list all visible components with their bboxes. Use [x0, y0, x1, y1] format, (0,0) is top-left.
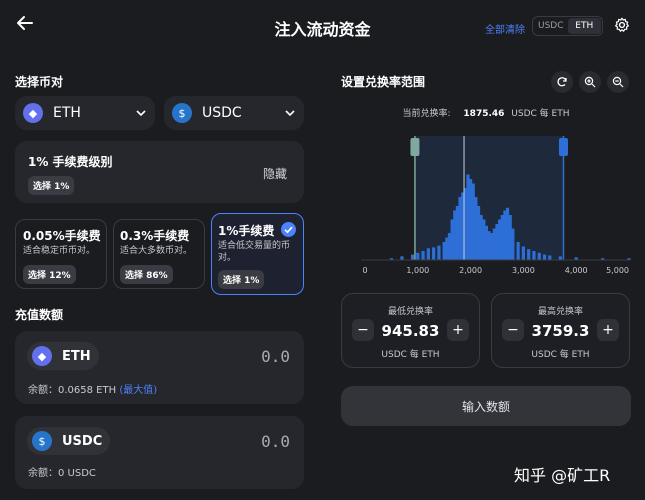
token-a-select[interactable]: ◆ ETH [15, 96, 155, 130]
min-increase-button[interactable]: + [447, 319, 469, 341]
x-tick-label: 2,000 [459, 266, 482, 275]
usdc-balance: 余额：0 USDC [28, 468, 96, 479]
liquidity-chart[interactable]: 0 1,000 2,000 3,000 4,000 5,000 [341, 130, 631, 280]
liquidity-bar [548, 255, 552, 260]
usdc-icon: $ [172, 103, 192, 123]
max-range-handle[interactable] [558, 138, 568, 156]
x-tick-label: 4,000 [565, 266, 588, 275]
liquidity-bar [532, 251, 536, 260]
fee-option-badge: 选择 12% [23, 265, 76, 284]
fee-option-badge: 选择 86% [120, 265, 173, 284]
x-tick-label: 1,000 [406, 266, 429, 275]
toggle-usdc[interactable]: USDC [534, 18, 568, 34]
range-section-title: 设置兑换率范围 [341, 75, 426, 89]
eth-balance: 余额：0.0658 ETH (最大值) [28, 381, 157, 396]
x-tick-label: 0 [362, 266, 367, 275]
fee-tier-badge: 选择 1% [28, 176, 75, 195]
eth-amount-input[interactable]: 0.0 [261, 347, 290, 366]
liquidity-bar [516, 242, 520, 260]
current-price-value: 1875.46 [463, 109, 505, 119]
min-range-handle[interactable] [410, 138, 420, 156]
liquidity-bar [558, 256, 562, 260]
fee-option-1[interactable]: 1%手续费 适合低交易量的币对。 选择 1% [211, 213, 304, 295]
liquidity-bar [416, 252, 420, 260]
fee-option-03[interactable]: 0.3%手续费 适合大多数币对。 选择 86% [113, 219, 205, 289]
liquidity-bar [421, 251, 425, 260]
min-price-label: 最低兑换率 [387, 307, 433, 317]
clear-all-link[interactable]: 全部清除 [485, 21, 525, 36]
usdc-token-pill: $ USDC [27, 427, 111, 455]
token-toggle[interactable]: USDC ETH [532, 16, 603, 36]
liquidity-bar [400, 256, 404, 260]
fee-option-desc: 适合大多数币对。 [120, 246, 193, 256]
token-b-label: USDC [202, 105, 242, 121]
hide-button[interactable]: 隐藏 [263, 165, 287, 182]
fee-option-desc: 适合稳定币币对。 [23, 246, 96, 256]
current-price: 当前兑换率: 1875.46 USDC 每 ETH [341, 106, 631, 119]
max-increase-button[interactable]: + [597, 319, 619, 341]
liquidity-bar [437, 245, 441, 260]
eth-token-label: ETH [62, 348, 91, 364]
zoom-in-icon[interactable] [579, 71, 601, 93]
watermark: 知乎 @矿工R [514, 466, 611, 485]
current-price-unit: USDC 每 ETH [511, 109, 570, 119]
eth-icon: ◆ [32, 346, 52, 366]
fee-option-desc: 适合低交易量的币对。 [218, 241, 291, 263]
fee-option-title: 1%手续费 [218, 224, 275, 238]
chevron-down-icon [136, 110, 146, 117]
liquidity-bar [527, 249, 531, 260]
pair-section-title: 选择币对 [15, 75, 64, 89]
liquidity-bar [521, 246, 525, 260]
max-price-unit: USDC 每 ETH [531, 350, 590, 360]
token-a-label: ETH [53, 105, 81, 121]
zoom-out-icon[interactable] [607, 71, 629, 93]
fee-option-title: 0.05%手续费 [23, 229, 101, 243]
liquidity-bar [511, 228, 515, 260]
eth-token-pill: ◆ ETH [27, 342, 99, 370]
usdc-deposit-card: $ USDC 0.0 余额：0 USDC [15, 416, 304, 489]
min-price-unit: USDC 每 ETH [381, 350, 440, 360]
eth-icon: ◆ [23, 103, 43, 123]
max-price-label: 最高兑换率 [537, 307, 583, 317]
x-tick-label: 3,000 [512, 266, 535, 275]
fee-option-005[interactable]: 0.05%手续费 适合稳定币币对。 选择 12% [15, 219, 107, 289]
usdc-icon: $ [32, 431, 52, 451]
fee-option-badge: 选择 1% [218, 270, 265, 289]
max-price-card: 最高兑换率 − 3759.3 + USDC 每 ETH [491, 293, 630, 368]
enter-amount-button[interactable]: 输入数额 [341, 386, 631, 426]
max-button[interactable]: (最大值) [119, 385, 157, 396]
liquidity-bar [432, 247, 436, 260]
deposit-section-title: 充值数额 [15, 308, 64, 322]
liquidity-bar [542, 254, 547, 260]
min-price-card: 最低兑换率 − 945.83 + USDC 每 ETH [341, 293, 480, 368]
eth-balance-text: 余额：0.0658 ETH [28, 385, 117, 396]
liquidity-bar [426, 248, 430, 260]
x-tick-label: 5,000 [606, 266, 629, 275]
liquidity-bar [410, 254, 415, 260]
liquidity-bar [537, 252, 541, 260]
current-price-label: 当前兑换率: [402, 109, 451, 119]
chevron-down-icon [285, 110, 295, 117]
toggle-eth[interactable]: ETH [567, 18, 601, 34]
gear-icon[interactable] [614, 17, 630, 33]
usdc-amount-input[interactable]: 0.0 [261, 432, 290, 451]
fee-tier-title: 1% 手续费级别 [28, 155, 113, 169]
fee-tier-summary: 1% 手续费级别 选择 1% 隐藏 [15, 141, 304, 203]
fee-option-title: 0.3%手续费 [120, 229, 190, 243]
refresh-icon[interactable] [551, 71, 573, 93]
check-icon [281, 222, 296, 237]
usdc-token-label: USDC [62, 433, 103, 449]
eth-deposit-card: ◆ ETH 0.0 余额：0.0658 ETH (最大值) [15, 331, 304, 404]
token-b-select[interactable]: $ USDC [164, 96, 304, 130]
